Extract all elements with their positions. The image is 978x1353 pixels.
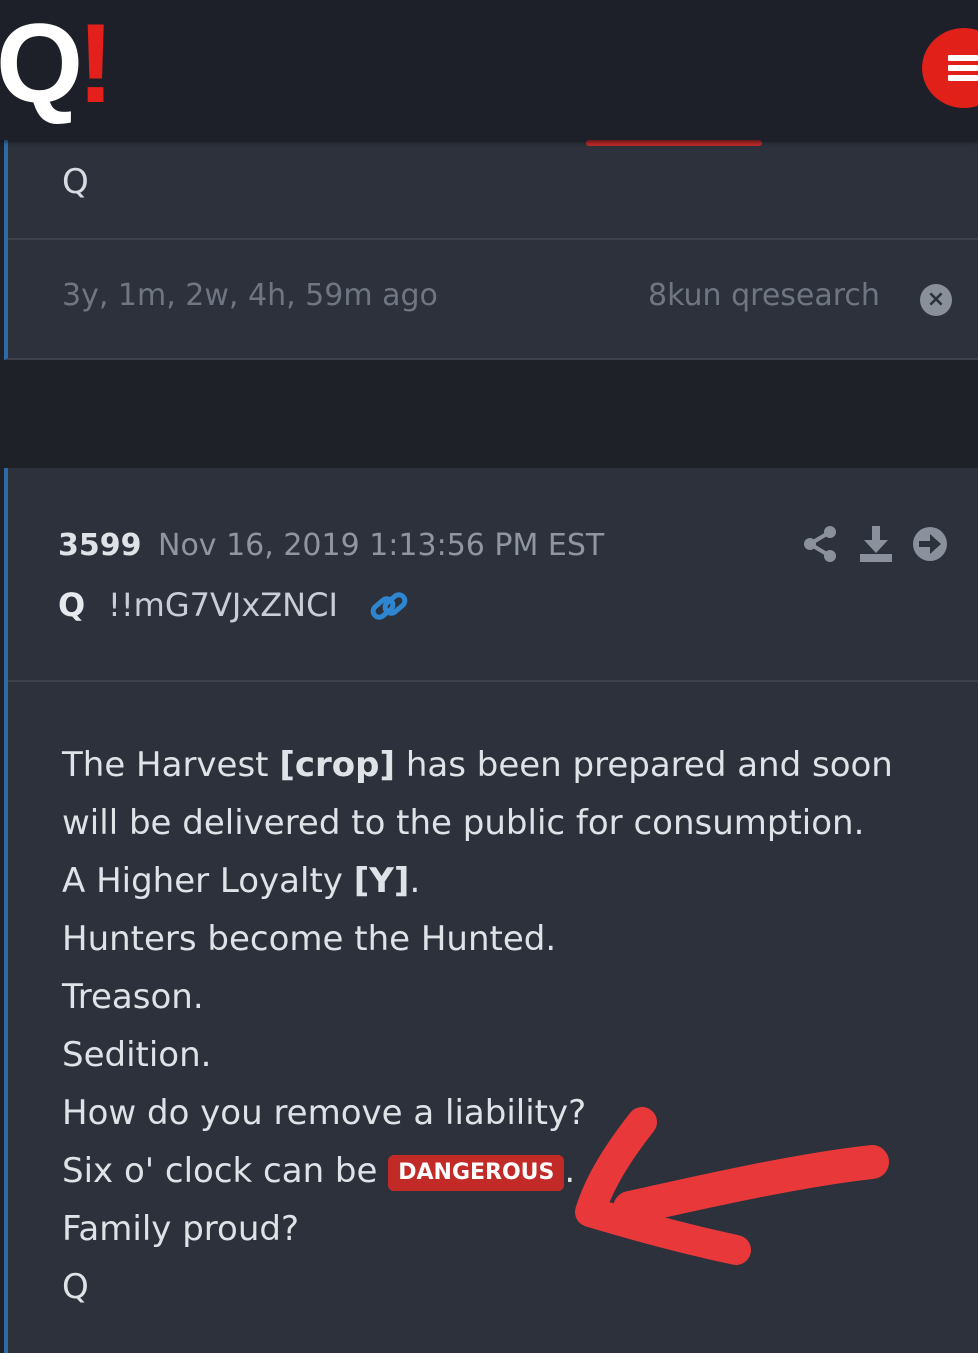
dangerous-badge: DANGEROUS: [388, 1155, 565, 1191]
post-line: A Higher Loyalty [Y].: [62, 852, 942, 910]
post-signature: Q: [62, 162, 89, 202]
share-icon[interactable]: [800, 524, 840, 564]
post-date: Nov 16, 2019 1:13:56 PM EST: [158, 528, 605, 563]
close-circle-icon[interactable]: ×: [920, 284, 952, 316]
top-navigation-bar: Q!: [0, 0, 978, 140]
logo-exclamation: !: [77, 1, 114, 126]
menu-bar: [948, 65, 978, 71]
logo-q: Q: [0, 1, 83, 126]
annotation-arrow-icon: [575, 1107, 889, 1265]
previous-post-card: Q 3y, 1m, 2w, 4h, 59m ago 8kun qresearch…: [4, 120, 978, 360]
divider: [8, 238, 978, 240]
post-line: Hunters become the Hunted.: [62, 919, 557, 959]
go-arrow-icon[interactable]: [910, 524, 950, 564]
text: The Harvest: [62, 745, 280, 785]
menu-bar: [948, 75, 978, 81]
text: Six o' clock can be: [62, 1151, 389, 1191]
text: A Higher Loyalty: [62, 861, 354, 901]
post-source-link[interactable]: 8kun qresearch: [648, 278, 880, 313]
text: .: [409, 861, 421, 901]
post-number[interactable]: 3599: [58, 528, 142, 563]
divider: [8, 680, 978, 682]
download-icon[interactable]: [856, 524, 896, 564]
post-line: will be delivered to the public for cons…: [62, 803, 865, 843]
link-icon[interactable]: [368, 586, 410, 628]
post-author: Q: [58, 586, 86, 624]
bold-text: [Y]: [353, 861, 410, 901]
tripcode: !!mG7VJxZNCI: [108, 586, 338, 624]
bold-text: [crop]: [279, 745, 396, 785]
text: has been prepared and soon: [395, 745, 893, 785]
post-line: The Harvest [crop] has been prepared and…: [62, 736, 942, 794]
post-line: Treason.: [62, 977, 204, 1017]
post-age: 3y, 1m, 2w, 4h, 59m ago: [62, 278, 438, 313]
menu-bar: [948, 55, 978, 61]
highlight-mark: [586, 140, 762, 146]
post-line: Sedition.: [62, 1035, 212, 1075]
site-logo[interactable]: Q!: [0, 8, 114, 120]
menu-icon[interactable]: [922, 28, 978, 108]
